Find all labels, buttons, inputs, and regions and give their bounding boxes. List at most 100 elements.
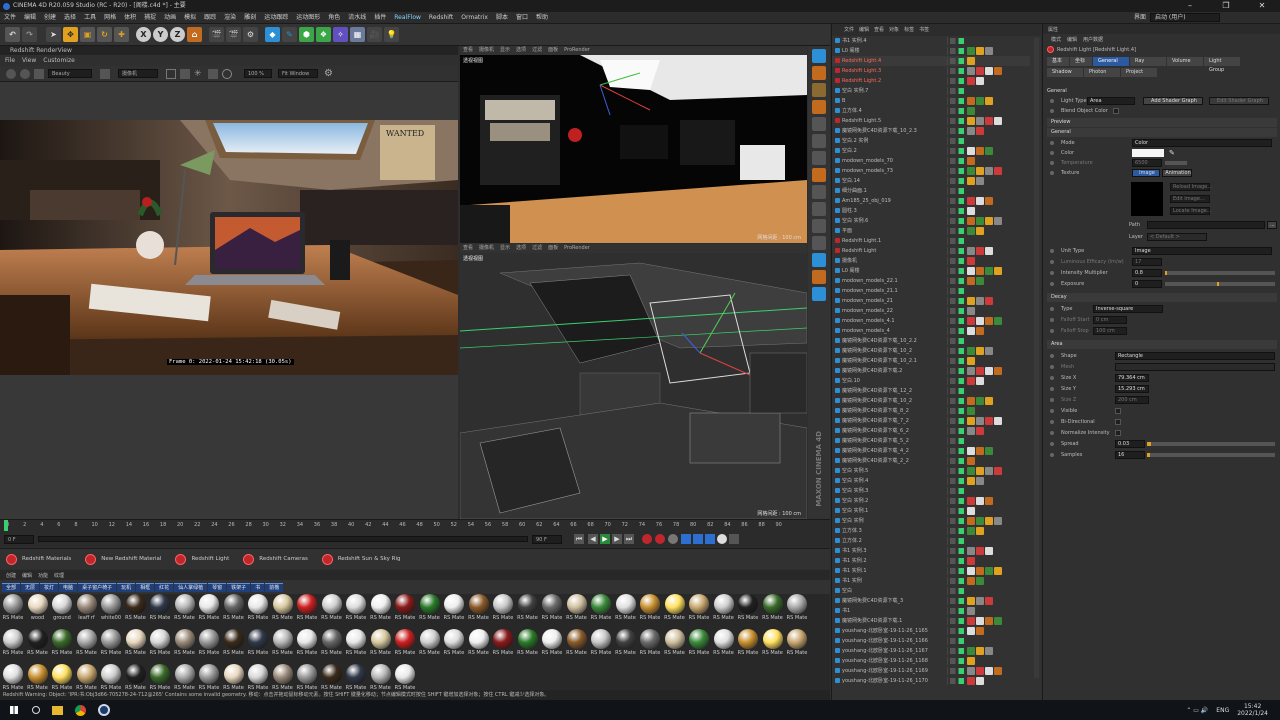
material-tag-icon[interactable] [976,427,984,435]
object-row[interactable]: 空白 实例.5 [832,466,1030,476]
material-tag-icon[interactable] [967,107,975,115]
visibility-toggle-icon[interactable] [950,378,964,384]
material-swatch[interactable]: RS Mate [517,594,539,628]
rotation-key-icon[interactable] [705,534,715,544]
material-swatch[interactable]: RS Mate [370,629,392,663]
clock[interactable]: 15:42 2022/1/24 [1237,703,1268,717]
object-row[interactable]: 魔镜网免费C4D资源下载.1 [832,616,1030,626]
unit-type-select[interactable]: Image [1132,247,1272,255]
visibility-toggle-icon[interactable] [950,618,964,624]
make-editable-icon[interactable] [812,49,826,63]
material-swatch[interactable]: RS Mate [762,629,784,663]
material-swatch[interactable]: RS Mate [639,629,661,663]
shape-select[interactable]: Rectangle [1115,352,1275,360]
material-swatch[interactable]: RS Mate [664,594,686,628]
samples-slider[interactable] [1147,453,1275,457]
object-row[interactable]: modown_models_4 [832,326,1030,336]
visibility-toggle-icon[interactable] [950,58,964,64]
decay-section[interactable]: Decay [1047,293,1277,302]
live-select-icon[interactable]: ➤ [46,27,61,42]
material-swatch[interactable]: white00 [100,594,122,628]
spread-field[interactable]: 0.03 [1115,440,1145,448]
vp1-filter[interactable]: 过滤 [532,46,542,55]
rv-menu-file[interactable]: File [5,55,15,66]
visibility-toggle-icon[interactable] [950,78,964,84]
windows-start-icon[interactable] [10,706,18,714]
object-row[interactable]: 立方体.3 [832,526,1030,536]
material-swatch[interactable]: RS Mate [566,594,588,628]
falloff-start-field[interactable]: 0 cm [1093,316,1127,324]
material-tag-icon[interactable] [976,47,984,55]
material-swatch[interactable]: RS Mate [492,594,514,628]
visibility-toggle-icon[interactable] [950,318,964,324]
keyframe-selection-icon[interactable] [668,534,678,544]
object-row[interactable]: 立方体.4 [832,106,1030,116]
attr-tab-volume[interactable]: Volume [1167,56,1203,66]
edit-shader-graph-button[interactable]: Edit Shader Graph [1209,97,1269,105]
layer-icon[interactable] [812,287,826,301]
viewport-perspective-top[interactable]: 查看 摄像机 显示 选项 过滤 面板 ProRender 透视视图 网格间距 :… [460,46,807,243]
object-scrollbar[interactable] [1034,38,1039,678]
play-icon[interactable]: ▶ [600,534,610,544]
menu-motion-tracker[interactable]: 运动跟踪 [260,12,292,24]
material-swatch[interactable]: RS Mate [492,629,514,663]
mat-tab[interactable]: 书 [251,582,265,592]
new-redshift-material-button[interactable]: New Redshift Material [85,553,161,565]
material-tag-icon[interactable] [967,117,975,125]
visibility-toggle-icon[interactable] [950,468,964,474]
material-swatch[interactable]: RS Mate [468,629,490,663]
visibility-toggle-icon[interactable] [950,368,964,374]
zoom-select[interactable]: 100 % [244,69,272,78]
viewport-perspective-bottom[interactable]: 查看 摄像机 显示 选项 过滤 面板 ProRender 透视视图 网格间距 :… [459,244,808,520]
samples-field[interactable]: 16 [1115,451,1145,459]
material-tag-icon[interactable] [967,567,975,575]
material-swatch[interactable]: RS Mate [198,629,220,663]
menu-snap[interactable]: 捕捉 [140,12,160,24]
attr-menu-edit[interactable]: 编辑 [1067,36,1077,43]
recent-tools-icon[interactable]: ✚ [114,27,129,42]
object-row[interactable]: Redshift Light.1 [832,236,1030,246]
size-x-field[interactable]: 79.364 cm [1115,374,1149,382]
material-swatch[interactable]: RS Mate [615,594,637,628]
object-row[interactable]: Redshift Light.2 [832,76,1030,86]
snapshot-icon[interactable] [100,68,110,79]
visibility-toggle-icon[interactable] [950,448,964,454]
material-tag-icon[interactable] [976,677,984,685]
menu-help[interactable]: 帮助 [532,12,552,24]
autokey-icon[interactable] [655,534,665,544]
mat-tab[interactable]: 琴窗 [208,582,227,592]
vp1-panel[interactable]: 面板 [548,46,558,55]
size-z-field[interactable]: 200 cm [1115,396,1149,404]
material-tag-icon[interactable] [985,547,993,555]
material-tag-icon[interactable] [994,567,1002,575]
object-row[interactable]: 书1 实例 [832,576,1030,586]
exposure-field[interactable]: 0 [1132,280,1162,288]
material-swatch[interactable]: RS Mate [419,594,441,628]
material-tag-icon[interactable] [967,197,975,205]
material-swatch[interactable]: RS Mate [468,594,490,628]
object-row[interactable]: youshang-北欧卧室-19-11-26_1167 [832,646,1030,656]
material-tag-icon[interactable] [976,317,984,325]
visibility-toggle-icon[interactable] [950,398,964,404]
material-swatch[interactable]: RS Mate [713,629,735,663]
attr-menu-userdata[interactable]: 用户数据 [1083,36,1103,43]
menu-animate[interactable]: 动画 [160,12,180,24]
material-tag-icon[interactable] [985,647,993,655]
visibility-toggle-icon[interactable] [950,488,964,494]
visibility-toggle-icon[interactable] [950,478,964,484]
material-tag-icon[interactable] [985,317,993,325]
material-swatch[interactable]: RS Mate [345,629,367,663]
visibility-toggle-icon[interactable] [950,648,964,654]
mat-menu-function[interactable]: 功能 [38,572,48,579]
material-tag-icon[interactable] [985,497,993,505]
visibility-toggle-icon[interactable] [950,338,964,344]
material-tag-icon[interactable] [976,527,984,535]
object-row[interactable]: 空白.10 [832,376,1030,386]
visibility-toggle-icon[interactable] [950,308,964,314]
object-row[interactable]: modown_models_4.1 [832,316,1030,326]
material-tag-icon[interactable] [967,77,975,85]
material-tag-icon[interactable] [976,297,984,305]
sun-icon[interactable]: ✳ [194,69,204,79]
path-browse-button[interactable]: ... [1267,221,1277,229]
object-row[interactable]: 摄像机 [832,256,1030,266]
